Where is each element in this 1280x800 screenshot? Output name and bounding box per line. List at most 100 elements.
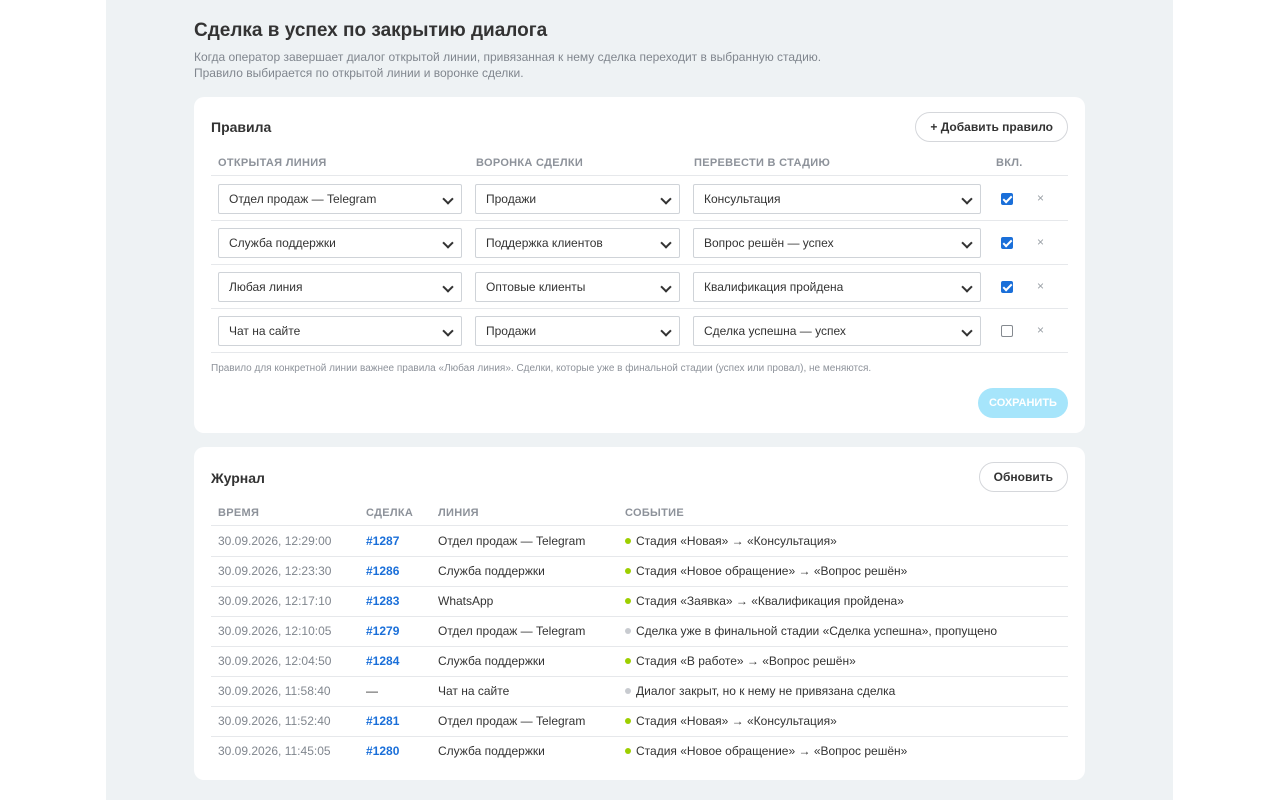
line-select-value: Отдел продаж — Telegram bbox=[229, 192, 377, 206]
stage-select[interactable]: Квалификация пройдена bbox=[693, 272, 981, 302]
save-button[interactable]: СОХРАНИТЬ bbox=[978, 388, 1068, 418]
log-row: 30.09.2026, 12:10:05 #1279 Отдел продаж … bbox=[211, 617, 1068, 647]
column-header-enabled: ВКЛ. bbox=[996, 157, 1023, 169]
chevron-down-icon bbox=[961, 325, 973, 337]
stage-select-value: Квалификация пройдена bbox=[704, 280, 844, 294]
log-row: 30.09.2026, 12:04:50 #1284 Служба поддер… bbox=[211, 647, 1068, 677]
line-select[interactable]: Чат на сайте bbox=[218, 316, 462, 346]
enabled-checkbox[interactable] bbox=[1001, 237, 1013, 249]
log-event-text: Стадия «В работе» → «Вопрос решён» bbox=[636, 654, 856, 668]
log-event: Стадия «Новая» → «Консультация» bbox=[625, 527, 837, 556]
column-header-stage: ПЕРЕВЕСТИ В СТАДИЮ bbox=[694, 157, 831, 169]
log-line: WhatsApp bbox=[438, 594, 494, 608]
line-select-value: Служба поддержки bbox=[229, 236, 336, 250]
log-line: Чат на сайте bbox=[438, 684, 510, 698]
deal-link[interactable]: #1280 bbox=[366, 737, 399, 766]
funnel-select[interactable]: Продажи bbox=[475, 184, 680, 214]
deal-link[interactable]: #1284 bbox=[366, 647, 399, 676]
log-event: Стадия «Новое обращение» → «Вопрос решён… bbox=[625, 737, 907, 766]
deal-link[interactable]: #1281 bbox=[366, 707, 399, 736]
column-header-funnel: ВОРОНКА СДЕЛКИ bbox=[476, 157, 584, 169]
log-row: 30.09.2026, 11:52:40 #1281 Отдел продаж … bbox=[211, 707, 1068, 737]
chevron-down-icon bbox=[442, 325, 454, 337]
remove-rule-button[interactable]: × bbox=[1037, 191, 1044, 205]
log-table-header: ВРЕМЯ СДЕЛКА ЛИНИЯ СОБЫТИЕ bbox=[211, 500, 1068, 526]
log-event-text: Стадия «Заявка» → «Квалификация пройдена… bbox=[636, 594, 904, 608]
chevron-down-icon bbox=[660, 281, 672, 293]
chevron-down-icon bbox=[961, 193, 973, 205]
log-event: Стадия «Заявка» → «Квалификация пройдена… bbox=[625, 587, 904, 616]
page-description: Когда оператор завершает диалог открытой… bbox=[194, 49, 821, 81]
rule-row: Любая линия Оптовые клиенты Квалификация… bbox=[211, 265, 1068, 309]
stage-select[interactable]: Консультация bbox=[693, 184, 981, 214]
log-time: 30.09.2026, 12:10:05 bbox=[218, 624, 332, 638]
log-event: Стадия «В работе» → «Вопрос решён» bbox=[625, 647, 856, 676]
funnel-select-value: Продажи bbox=[486, 324, 537, 338]
chevron-down-icon bbox=[961, 237, 973, 249]
deal-link: — bbox=[366, 684, 378, 698]
funnel-select[interactable]: Поддержка клиентов bbox=[475, 228, 680, 258]
status-dot bbox=[625, 718, 631, 724]
status-dot bbox=[625, 658, 631, 664]
column-header-time: ВРЕМЯ bbox=[218, 507, 260, 519]
remove-rule-button[interactable]: × bbox=[1037, 323, 1044, 337]
log-time: 30.09.2026, 11:52:40 bbox=[218, 714, 331, 728]
page-background: Сделка в успех по закрытию диалога Когда… bbox=[106, 0, 1173, 800]
log-time: 30.09.2026, 12:04:50 bbox=[218, 654, 332, 668]
column-header-deal: СДЕЛКА bbox=[366, 507, 414, 519]
enabled-checkbox[interactable] bbox=[1001, 281, 1013, 293]
add-rule-button[interactable]: + Добавить правило bbox=[915, 112, 1068, 142]
log-time: 30.09.2026, 11:58:40 bbox=[218, 684, 331, 698]
log-line: Отдел продаж — Telegram bbox=[438, 624, 586, 638]
status-dot bbox=[625, 628, 631, 634]
log-row: 30.09.2026, 12:29:00 #1287 Отдел продаж … bbox=[211, 527, 1068, 557]
rule-row: Служба поддержки Поддержка клиентов Вопр… bbox=[211, 221, 1068, 265]
log-time: 30.09.2026, 12:17:10 bbox=[218, 594, 332, 608]
stage-select-value: Сделка успешна — успех bbox=[704, 324, 846, 338]
log-event-text: Стадия «Новая» → «Консультация» bbox=[636, 714, 837, 728]
log-event-text: Стадия «Новая» → «Консультация» bbox=[636, 534, 837, 548]
line-select[interactable]: Отдел продаж — Telegram bbox=[218, 184, 462, 214]
log-event: Стадия «Новая» → «Консультация» bbox=[625, 707, 837, 736]
log-row: 30.09.2026, 12:17:10 #1283 WhatsApp Стад… bbox=[211, 587, 1068, 617]
log-event: Диалог закрыт, но к нему не привязана сд… bbox=[625, 677, 895, 706]
status-dot bbox=[625, 688, 631, 694]
deal-link[interactable]: #1286 bbox=[366, 557, 399, 586]
log-event-text: Сделка уже в финальной стадии «Сделка ус… bbox=[636, 624, 998, 638]
funnel-select[interactable]: Оптовые клиенты bbox=[475, 272, 680, 302]
funnel-select[interactable]: Продажи bbox=[475, 316, 680, 346]
refresh-button[interactable]: Обновить bbox=[978, 462, 1068, 492]
deal-link[interactable]: #1287 bbox=[366, 527, 399, 556]
chevron-down-icon bbox=[442, 193, 454, 205]
remove-rule-button[interactable]: × bbox=[1037, 279, 1044, 293]
stage-select[interactable]: Сделка успешна — успех bbox=[693, 316, 981, 346]
log-line: Служба поддержки bbox=[438, 654, 545, 668]
log-line: Отдел продаж — Telegram bbox=[438, 714, 586, 728]
chevron-down-icon bbox=[660, 325, 672, 337]
chevron-down-icon bbox=[442, 281, 454, 293]
chevron-down-icon bbox=[660, 237, 672, 249]
rules-note: Правило для конкретной линии важнее прав… bbox=[211, 363, 872, 374]
status-dot bbox=[625, 538, 631, 544]
line-select[interactable]: Любая линия bbox=[218, 272, 462, 302]
column-header-line: ОТКРЫТАЯ ЛИНИЯ bbox=[218, 157, 327, 169]
log-line: Служба поддержки bbox=[438, 744, 545, 758]
status-dot bbox=[625, 568, 631, 574]
page-title: Сделка в успех по закрытию диалога bbox=[194, 20, 548, 41]
remove-rule-button[interactable]: × bbox=[1037, 235, 1044, 249]
chevron-down-icon bbox=[961, 281, 973, 293]
rules-title: Правила bbox=[211, 119, 272, 135]
funnel-select-value: Оптовые клиенты bbox=[486, 280, 586, 294]
deal-link[interactable]: #1283 bbox=[366, 587, 399, 616]
stage-select[interactable]: Вопрос решён — успех bbox=[693, 228, 981, 258]
log-time: 30.09.2026, 11:45:05 bbox=[218, 744, 331, 758]
column-header-event: СОБЫТИЕ bbox=[625, 507, 684, 519]
enabled-checkbox[interactable] bbox=[1001, 325, 1013, 337]
deal-link[interactable]: #1279 bbox=[366, 617, 399, 646]
log-event-text: Стадия «Новое обращение» → «Вопрос решён… bbox=[636, 744, 908, 758]
enabled-checkbox[interactable] bbox=[1001, 193, 1013, 205]
description-line: Правило выбирается по открытой линии и в… bbox=[194, 66, 524, 80]
line-select[interactable]: Служба поддержки bbox=[218, 228, 462, 258]
log-event: Стадия «Новое обращение» → «Вопрос решён… bbox=[625, 557, 907, 586]
status-dot bbox=[625, 598, 631, 604]
